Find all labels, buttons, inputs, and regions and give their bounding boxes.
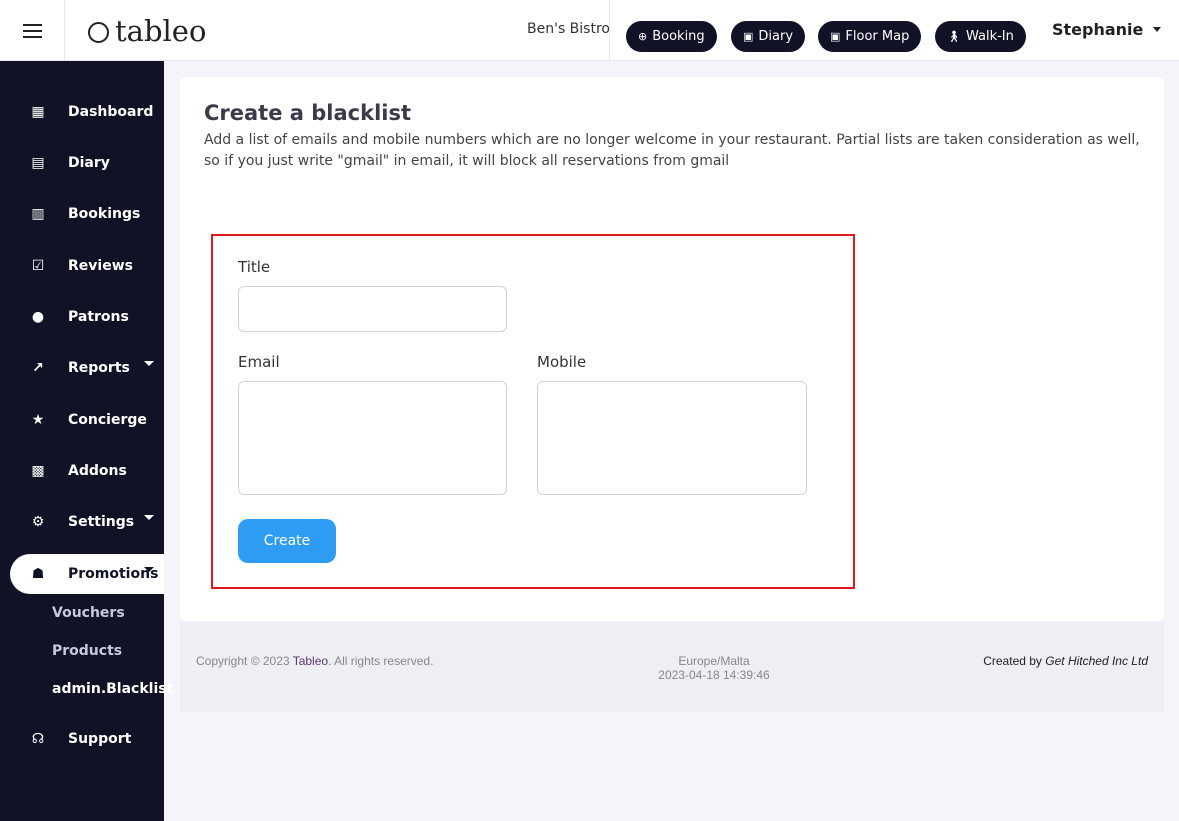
title-input[interactable]	[238, 286, 507, 332]
calendar-icon: ▤	[31, 155, 45, 171]
footer: Copyright © 2023 Tableo. All rights rese…	[180, 622, 1164, 712]
caret-down-icon	[144, 515, 154, 520]
sidebar-item-diary[interactable]: ▤ Diary	[10, 143, 164, 183]
sidebar-item-settings[interactable]: ⚙ Settings	[10, 502, 164, 542]
sidebar-item-concierge[interactable]: ★ Concierge	[10, 400, 164, 440]
sidebar: ▦ Dashboard ▤ Diary ▥ Bookings ☑ Reviews…	[0, 61, 173, 821]
gift-icon: ☗	[31, 566, 45, 582]
diary-button[interactable]: ▣ Diary	[731, 21, 806, 52]
sidebar-item-bookings[interactable]: ▥ Bookings	[10, 194, 164, 234]
title-label: Title	[238, 258, 271, 276]
user-menu[interactable]: Stephanie	[1052, 20, 1162, 39]
top-bar: tableo Ben's Bistro ⊕ Booking ▣ Diary ▣ …	[0, 0, 1179, 61]
created-by: Created by Get Hitched Inc Ltd	[983, 654, 1148, 668]
caret-down-icon	[144, 361, 154, 366]
sidebar-item-reports[interactable]: ↗ Reports	[10, 348, 164, 388]
booking-button[interactable]: ⊕ Booking	[626, 21, 717, 52]
page-description: Add a list of emails and mobile numbers …	[204, 132, 1140, 169]
star-icon: ★	[31, 412, 45, 428]
sidebar-item-dashboard[interactable]: ▦ Dashboard	[10, 92, 164, 132]
sidebar-item-support[interactable]: ☊ Support	[10, 719, 164, 759]
dashboard-icon: ▦	[31, 104, 45, 120]
sidebar-item-addons[interactable]: ▩ Addons	[10, 451, 164, 491]
person-icon: ●	[31, 309, 45, 325]
sidebar-item-promotions[interactable]: ☗ Promotions	[10, 554, 164, 594]
timezone-clock: Europe/Malta 2023-04-18 14:39:46	[658, 654, 770, 682]
mobile-label: Mobile	[537, 353, 587, 371]
venue-name: Ben's Bistro	[527, 21, 610, 37]
walk-in-button[interactable]: 🚶︎ Walk-In	[935, 21, 1026, 52]
email-textarea[interactable]	[238, 381, 507, 495]
floor-map-button[interactable]: ▣ Floor Map	[818, 21, 922, 52]
page-title: Create a blacklist	[204, 101, 412, 125]
tableo-link[interactable]: Tableo	[293, 654, 328, 668]
blacklist-form: Title Email Mobile Create	[211, 234, 855, 589]
sidebar-item-patrons[interactable]: ● Patrons	[10, 297, 164, 337]
calendar-icon: ▣	[743, 30, 754, 43]
hamburger-icon	[22, 23, 42, 38]
main-card: Create a blacklist Add a list of emails …	[180, 77, 1164, 621]
reviews-icon: ☑	[31, 258, 45, 274]
copyright: Copyright © 2023 Tableo. All rights rese…	[196, 654, 434, 668]
chart-icon: ↗	[32, 360, 44, 376]
walking-person-icon: 🚶︎	[947, 30, 961, 43]
bookings-icon: ▥	[31, 206, 45, 222]
logo[interactable]: tableo	[88, 14, 206, 48]
mobile-textarea[interactable]	[537, 381, 807, 495]
plus-circle-icon: ⊕	[638, 30, 648, 43]
caret-down-icon	[144, 567, 154, 572]
sidebar-subitem-blacklist[interactable]: admin.Blacklist	[52, 681, 173, 697]
hamburger-menu-button[interactable]	[0, 0, 65, 61]
create-button[interactable]: Create	[238, 519, 336, 563]
sidebar-item-reviews[interactable]: ☑ Reviews	[10, 246, 164, 286]
chevron-down-icon	[1153, 27, 1162, 32]
sidebar-subitem-vouchers[interactable]: Vouchers	[52, 605, 125, 621]
gear-icon: ⚙	[31, 514, 45, 530]
headset-icon: ☊	[31, 731, 45, 747]
sidebar-subitem-products[interactable]: Products	[52, 643, 122, 659]
email-label: Email	[238, 353, 280, 371]
calendar-icon: ▣	[830, 30, 841, 43]
addons-icon: ▩	[31, 463, 45, 479]
